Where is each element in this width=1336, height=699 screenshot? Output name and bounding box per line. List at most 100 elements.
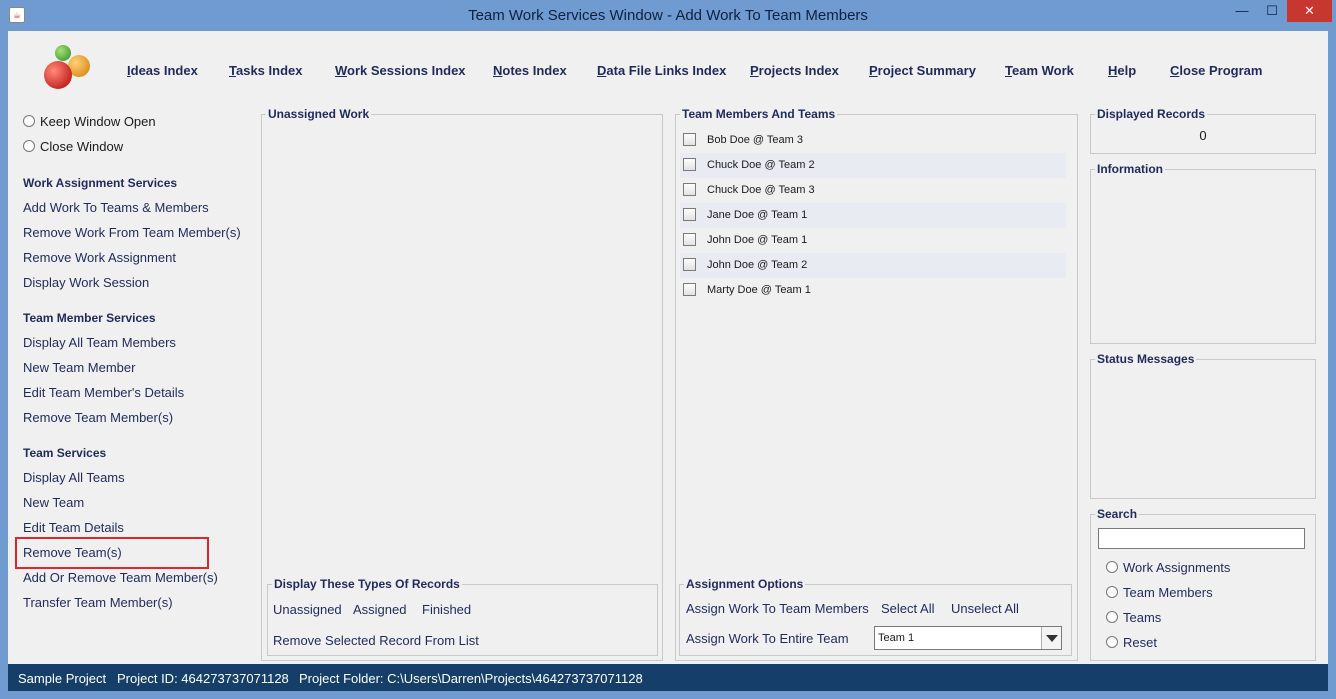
member-row[interactable]: Chuck Doe @ Team 3 [680, 178, 1066, 203]
checkbox-icon[interactable] [683, 183, 696, 196]
search-team-members-radio[interactable]: Team Members [1106, 585, 1213, 600]
radio-circle-icon [23, 140, 35, 152]
checkbox-icon[interactable] [683, 233, 696, 246]
menu-project-summary[interactable]: Project Summary [869, 63, 976, 78]
transfer-team-members-link[interactable]: Transfer Team Member(s) [23, 595, 173, 610]
display-all-teams-link[interactable]: Display All Teams [23, 470, 125, 485]
search-option-label: Reset [1123, 635, 1157, 650]
window-client-area: Ideas Index Tasks Index Work Sessions In… [8, 31, 1328, 664]
remove-team-member-link[interactable]: Remove Team Member(s) [23, 410, 173, 425]
radio-circle-icon [1106, 561, 1118, 573]
member-row[interactable]: Chuck Doe @ Team 2 [680, 153, 1066, 178]
unselect-all-button[interactable]: Unselect All [951, 601, 1019, 616]
app-logo-icon [44, 45, 94, 95]
checkbox-icon[interactable] [683, 158, 696, 171]
menu-help[interactable]: Help [1108, 63, 1136, 78]
member-label: Jane Doe @ Team 1 [707, 209, 808, 221]
assignment-options-title: Assignment Options [684, 577, 806, 591]
search-option-label: Teams [1123, 610, 1162, 625]
display-work-session-link[interactable]: Display Work Session [23, 275, 149, 290]
member-row[interactable]: John Doe @ Team 1 [680, 228, 1066, 253]
unassigned-filter[interactable]: Unassigned [273, 602, 342, 617]
chevron-down-icon[interactable] [1041, 627, 1061, 649]
keep-window-open-label: Keep Window Open [40, 114, 156, 129]
displayed-records-title: Displayed Records [1095, 107, 1208, 121]
assigned-filter[interactable]: Assigned [353, 602, 406, 617]
member-label: Bob Doe @ Team 3 [707, 134, 803, 146]
edit-team-member-link[interactable]: Edit Team Member's Details [23, 385, 184, 400]
checkbox-icon[interactable] [683, 258, 696, 271]
keep-window-open-radio[interactable]: Keep Window Open [23, 114, 156, 129]
team-member-heading: Team Member Services [23, 311, 156, 325]
menu-projects-index[interactable]: Projects Index [750, 63, 839, 78]
search-input[interactable] [1098, 528, 1305, 549]
minimize-button[interactable]: — [1227, 0, 1257, 22]
checkbox-icon[interactable] [683, 208, 696, 221]
member-row[interactable]: Marty Doe @ Team 1 [680, 278, 1066, 303]
red-ball-icon [44, 61, 72, 89]
status-messages-title: Status Messages [1095, 352, 1197, 366]
member-row[interactable]: John Doe @ Team 2 [680, 253, 1066, 278]
menu-work-sessions-index[interactable]: Work Sessions Index [335, 63, 466, 78]
displayed-records-panel: Displayed Records 0 [1090, 107, 1316, 154]
assign-work-to-members-button[interactable]: Assign Work To Team Members [686, 601, 869, 616]
project-id: Project ID: 464273737071128 [117, 671, 289, 686]
team-select-value: Team 1 [878, 632, 915, 644]
new-team-member-link[interactable]: New Team Member [23, 360, 135, 375]
project-name: Sample Project [18, 671, 107, 686]
status-messages-panel: Status Messages [1090, 352, 1316, 499]
radio-circle-icon [1106, 636, 1118, 648]
finished-filter[interactable]: Finished [422, 602, 471, 617]
assign-work-to-team-button[interactable]: Assign Work To Entire Team [686, 631, 849, 646]
window-title: Team Work Services Window - Add Work To … [468, 7, 868, 24]
member-label: Chuck Doe @ Team 2 [707, 159, 815, 171]
information-panel: Information [1090, 162, 1316, 344]
menu-ideas-index[interactable]: Ideas Index [127, 63, 198, 78]
green-ball-icon [55, 45, 71, 61]
close-window-button[interactable]: ✕ [1287, 0, 1332, 22]
remove-selected-record-button[interactable]: Remove Selected Record From List [273, 633, 479, 648]
search-work-assignments-radio[interactable]: Work Assignments [1106, 560, 1230, 575]
remove-work-assignment-link[interactable]: Remove Work Assignment [23, 250, 176, 265]
radio-circle-icon [1106, 586, 1118, 598]
display-all-team-members-link[interactable]: Display All Team Members [23, 335, 176, 350]
new-team-link[interactable]: New Team [23, 495, 84, 510]
member-label: John Doe @ Team 1 [707, 234, 808, 246]
project-folder: Project Folder: C:\Users\Darren\Projects… [299, 671, 643, 686]
title-bar: ☕ Team Work Services Window - Add Work T… [0, 0, 1336, 31]
menu-close-program[interactable]: Close Program [1170, 63, 1262, 78]
team-services-heading: Team Services [23, 446, 107, 460]
add-work-link[interactable]: Add Work To Teams & Members [23, 200, 209, 215]
radio-circle-icon [23, 115, 35, 127]
checkbox-icon[interactable] [683, 133, 696, 146]
edit-team-details-link[interactable]: Edit Team Details [23, 520, 124, 535]
information-title: Information [1095, 162, 1165, 176]
displayed-records-count: 0 [1199, 128, 1207, 143]
member-row[interactable]: Bob Doe @ Team 3 [680, 128, 1066, 153]
work-assignment-heading: Work Assignment Services [23, 176, 178, 190]
status-bar: Sample Project Project ID: 4642737370711… [8, 664, 1328, 691]
add-remove-team-members-link[interactable]: Add Or Remove Team Member(s) [23, 570, 218, 585]
menu-data-file-links-index[interactable]: Data File Links Index [597, 63, 726, 78]
menu-notes-index[interactable]: Notes Index [493, 63, 567, 78]
search-option-label: Team Members [1123, 585, 1213, 600]
remove-work-from-member-link[interactable]: Remove Work From Team Member(s) [23, 225, 241, 240]
menu-tasks-index[interactable]: Tasks Index [229, 63, 302, 78]
search-teams-radio[interactable]: Teams [1106, 610, 1161, 625]
member-row[interactable]: Jane Doe @ Team 1 [680, 203, 1066, 228]
select-all-button[interactable]: Select All [881, 601, 934, 616]
highlight-annotation-box [15, 537, 209, 569]
close-window-radio[interactable]: Close Window [23, 139, 123, 154]
member-label: Chuck Doe @ Team 3 [707, 184, 815, 196]
search-reset-radio[interactable]: Reset [1106, 635, 1157, 650]
display-types-title: Display These Types Of Records [272, 577, 462, 591]
checkbox-icon[interactable] [683, 283, 696, 296]
radio-circle-icon [1106, 611, 1118, 623]
team-select-dropdown[interactable]: Team 1 [874, 626, 1062, 650]
search-option-label: Work Assignments [1123, 560, 1231, 575]
close-window-label: Close Window [40, 139, 124, 154]
search-title: Search [1095, 507, 1140, 521]
menu-team-work[interactable]: Team Work [1005, 63, 1074, 78]
member-label: Marty Doe @ Team 1 [707, 284, 811, 296]
maximize-button[interactable]: ☐ [1258, 0, 1286, 22]
